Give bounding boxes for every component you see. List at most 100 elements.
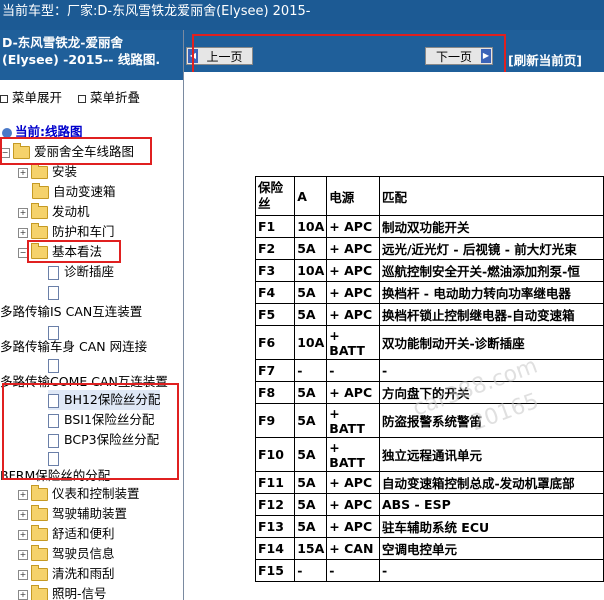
folder-icon	[31, 565, 48, 581]
fuse-amps: 5A	[294, 381, 328, 404]
tree-item-protection-doors[interactable]: + 防护和车门	[18, 222, 115, 242]
fuse-power: + BATT	[326, 403, 380, 438]
fuse-power: + APC	[326, 237, 380, 260]
fuse-amps: 5A	[294, 303, 328, 326]
menu-controls: 菜单展开 菜单折叠	[0, 87, 152, 106]
fuse-power: + BATT	[326, 437, 380, 472]
fuse-power: -	[326, 559, 380, 582]
fuse-match: -	[378, 559, 604, 582]
fuse-id: F14	[254, 537, 296, 560]
fuse-amps: 5A	[294, 281, 328, 304]
tree-item-driving-assist[interactable]: + 驾驶辅助装置	[18, 504, 127, 524]
expand-icon[interactable]: +	[18, 589, 28, 600]
document-icon	[48, 265, 59, 280]
tree-item-label: 舒适和便利	[52, 526, 115, 541]
tree-item-instruments[interactable]: + 仪表和控制装置	[18, 484, 140, 504]
fuse-power: + APC	[326, 259, 380, 282]
expand-icon[interactable]: +	[18, 529, 28, 540]
tree-item-blank-1[interactable]	[48, 282, 64, 302]
header-match: 匹配	[378, 176, 604, 216]
tree-item-label: 防护和车门	[52, 224, 115, 239]
model-title-line2: (Elysee) -2015-- 线路图.	[2, 52, 161, 67]
square-icon	[78, 94, 86, 103]
document-icon	[48, 285, 59, 300]
tree-item-comfort[interactable]: + 舒适和便利	[18, 524, 115, 544]
tree-item-label: 清洗和雨刮	[52, 566, 115, 581]
tree-item-is-can[interactable]: 多路传输IS CAN互连装置	[0, 302, 142, 322]
menu-collapse-label: 菜单折叠	[90, 90, 141, 105]
fuse-amps: 10A	[294, 215, 328, 238]
fuse-row: F7- - -	[254, 359, 604, 382]
fuse-id: F13	[254, 515, 296, 538]
tree-item-engine[interactable]: + 发动机	[18, 202, 90, 222]
fuse-id: F12	[254, 493, 296, 516]
fuse-id: F11	[254, 471, 296, 494]
fuse-match: 独立远程通讯单元	[378, 437, 604, 472]
fuse-match: 驻车辅助系统 ECU	[378, 515, 604, 538]
expand-icon[interactable]: +	[18, 167, 28, 178]
folder-icon	[32, 183, 49, 199]
fuse-row: F3 10A + APC 巡航控制安全开关-燃油添加剂泵-恒	[254, 259, 604, 282]
tree-item-auto-transmission[interactable]: 自动变速箱	[32, 182, 116, 202]
fuse-table-body: 保险丝 A 电源 匹配 F1 10A + APC 制动双功能开关 F2 5A + APC 远光…	[254, 176, 604, 582]
highlight-box-root	[0, 137, 152, 165]
highlight-box-fuse-items	[2, 383, 179, 480]
menu-expand-label: 菜单展开	[12, 90, 63, 105]
fuse-id: F15	[254, 559, 296, 582]
fuse-power: + CAN	[326, 537, 380, 560]
fuse-row: F4 5A + APC 换档杆 - 电动助力转向功率继电器	[254, 281, 604, 304]
fuse-id: F3	[254, 259, 296, 282]
folder-icon	[31, 585, 48, 600]
fuse-amps: 5A	[294, 437, 328, 472]
fuse-row: F13 5A + APC 驻车辅助系统 ECU	[254, 515, 604, 538]
fuse-table-header: 保险丝 A 电源 匹配	[254, 176, 604, 216]
tree-item-driver-info[interactable]: + 驾驶员信息	[18, 544, 115, 564]
fuse-power: + APC	[326, 281, 380, 304]
tree-item-label: 发动机	[52, 204, 90, 219]
expand-icon[interactable]: +	[18, 549, 28, 560]
menu-collapse-button[interactable]: 菜单折叠	[78, 90, 140, 105]
tree-item-diagnostic-socket[interactable]: 诊断插座	[48, 262, 114, 282]
square-icon	[0, 94, 8, 103]
fuse-amps: 10A	[294, 259, 328, 282]
expand-icon[interactable]: +	[18, 227, 28, 238]
fuse-power: + BATT	[326, 325, 380, 360]
refresh-page-link[interactable]: [刷新当前页]	[508, 50, 582, 69]
header-power: 电源	[326, 176, 380, 216]
folder-icon	[31, 525, 48, 541]
fuse-row: F1 10A + APC 制动双功能开关	[254, 215, 604, 238]
highlight-box-basic-view	[27, 240, 121, 263]
tree-item-label: 驾驶员信息	[52, 546, 115, 561]
fuse-row: F6 10A + BATT 双功能制动开关-诊断插座	[254, 325, 604, 360]
fuse-power: + APC	[326, 471, 380, 494]
tree-item-install[interactable]: + 安装	[18, 162, 77, 182]
fuse-row: F15- - -	[254, 559, 604, 582]
tree-item-label: 自动变速箱	[53, 184, 116, 199]
fuse-amps: -	[294, 359, 328, 382]
expand-icon[interactable]: +	[18, 207, 28, 218]
fuse-power: -	[326, 359, 380, 382]
fuse-id: F4	[254, 281, 296, 304]
fuse-match: 自动变速箱控制总成-发动机罩底部	[378, 471, 604, 494]
tree-item-label: 多路传输IS CAN互连装置	[0, 304, 143, 319]
tree-item-body-can[interactable]: 多路传输车身 CAN 网连接	[0, 337, 147, 357]
tree-item-label: 驾驶辅助装置	[52, 506, 128, 521]
model-title-line1: D-东风雪铁龙-爱丽舍	[2, 35, 123, 50]
expand-icon[interactable]: +	[18, 509, 28, 520]
fuse-id: F2	[254, 237, 296, 260]
tree-item-lighting[interactable]: + 照明-信号	[18, 584, 107, 600]
fuse-amps: 10A	[294, 325, 328, 360]
fuse-match: 巡航控制安全开关-燃油添加剂泵-恒	[378, 259, 604, 282]
fuse-id: F1	[254, 215, 296, 238]
folder-icon	[31, 485, 48, 501]
expand-icon[interactable]: +	[18, 569, 28, 580]
menu-expand-button[interactable]: 菜单展开	[0, 90, 62, 105]
fuse-amps: 15A	[294, 537, 328, 560]
document-icon	[48, 358, 59, 373]
expand-icon[interactable]: +	[18, 489, 28, 500]
fuse-row: F10 5A + BATT 独立远程通讯单元	[254, 437, 604, 472]
top-bar: 当前车型：厂家:D-东风雪铁龙爱丽舍(Elysee) 2015-	[0, 0, 604, 30]
fuse-table: 保险丝 A 电源 匹配 F1 10A + APC 制动双功能开关 F2 5A + APC 远光…	[254, 176, 604, 582]
tree-item-wash-wipe[interactable]: + 清洗和雨刮	[18, 564, 115, 584]
left-panel: D-东风雪铁龙-爱丽舍 (Elysee) -2015-- 线路图. 菜单展开 菜…	[0, 30, 184, 600]
